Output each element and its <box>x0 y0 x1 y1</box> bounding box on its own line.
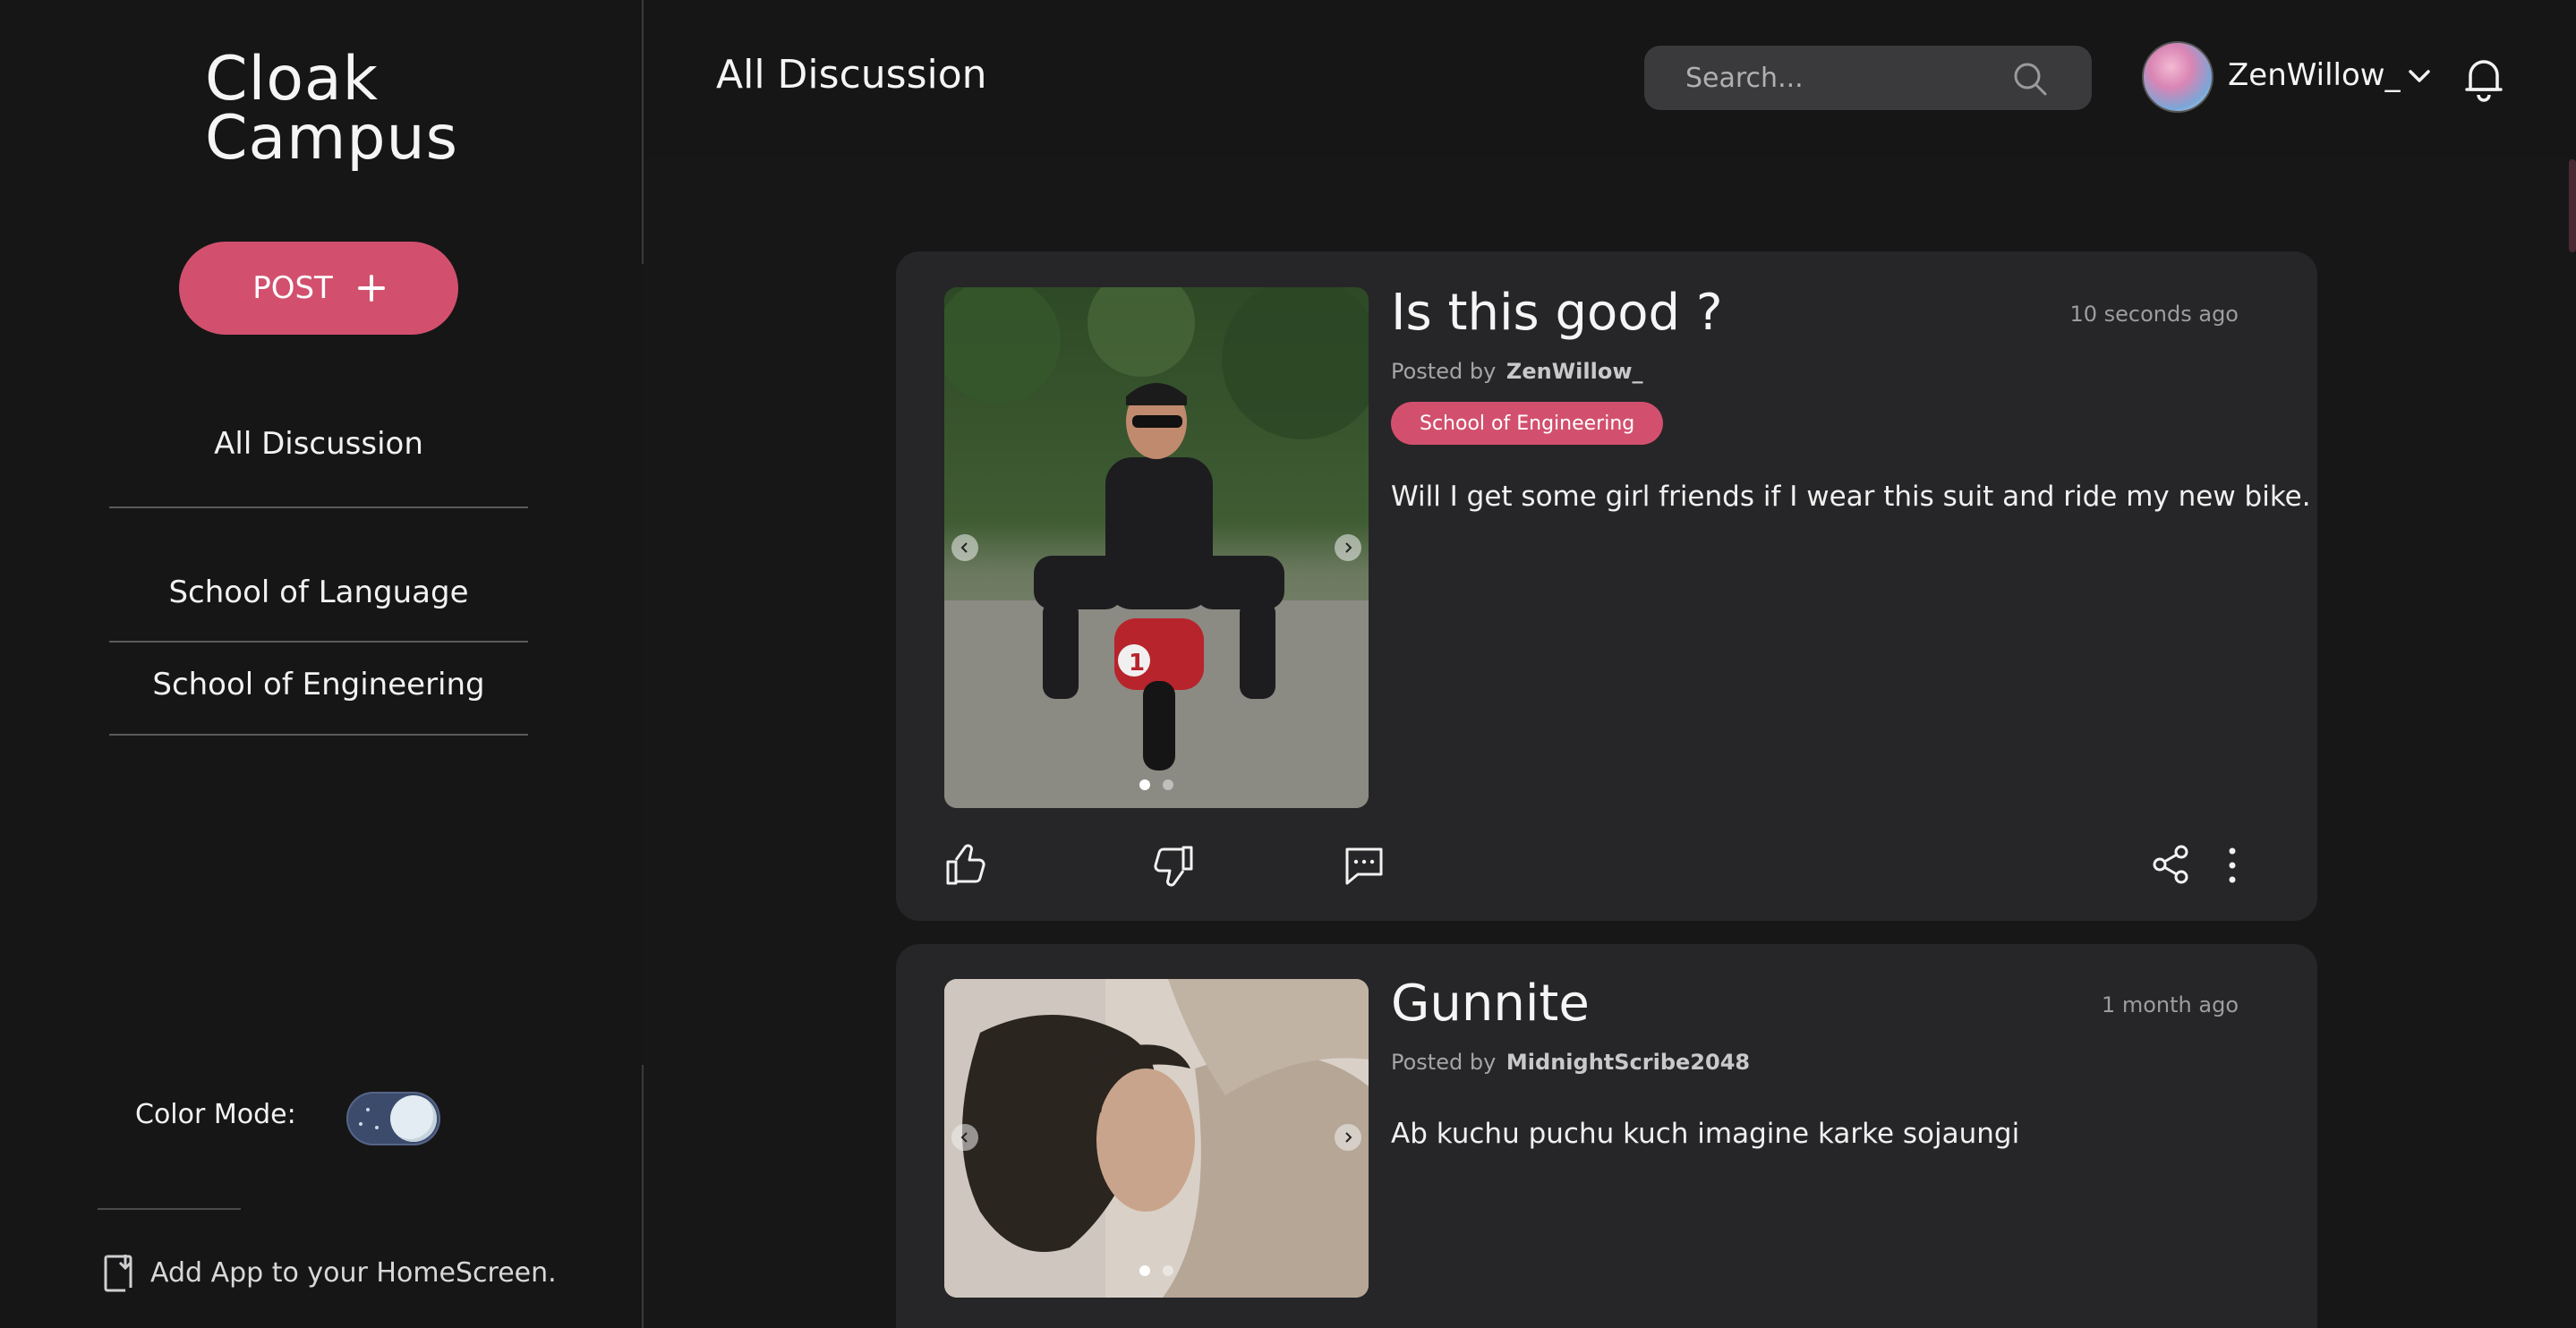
post-body: Will I get some girl friends if I wear t… <box>1391 481 2311 513</box>
search-icon[interactable] <box>2012 61 2048 97</box>
post-time: 10 seconds ago <box>2069 302 2239 327</box>
star-icon <box>359 1122 363 1126</box>
bell-icon[interactable] <box>2463 55 2504 102</box>
chevron-left-icon <box>960 542 968 553</box>
svg-text:1: 1 <box>1129 650 1145 677</box>
post-author[interactable]: MidnightScribe2048 <box>1506 1050 1750 1075</box>
color-mode-toggle[interactable] <box>346 1092 440 1145</box>
add-app-link[interactable]: Add App to your HomeScreen. <box>104 1253 557 1292</box>
sidebar-divider <box>98 1208 241 1210</box>
post-image: 1 <box>944 287 1369 808</box>
dislike-icon[interactable] <box>1150 844 1195 889</box>
post-author-line: Posted by ZenWillow_ <box>1391 359 1643 384</box>
sidebar-item-school-of-language[interactable]: School of Language <box>109 575 528 610</box>
sidebar-border <box>642 1065 644 1328</box>
username[interactable]: ZenWillow_ <box>2228 57 2401 93</box>
carousel-prev-button[interactable] <box>951 1124 978 1151</box>
posted-by-prefix: Posted by <box>1391 1050 1497 1075</box>
post-tag[interactable]: School of Engineering <box>1391 402 1664 445</box>
chevron-left-icon <box>960 1132 968 1143</box>
add-to-homescreen-icon <box>104 1255 132 1292</box>
post-title[interactable]: Gunnite <box>1391 975 1590 1033</box>
carousel-dots <box>944 779 1369 790</box>
scrollbar[interactable] <box>2569 159 2576 252</box>
avatar[interactable] <box>2142 41 2213 113</box>
carousel-dots <box>944 1265 1369 1276</box>
chevron-right-icon <box>1345 1132 1352 1143</box>
page-title: All Discussion <box>716 52 987 98</box>
post-image <box>944 979 1369 1298</box>
app-logo[interactable]: Cloak Campus <box>205 44 459 174</box>
post-time: 1 month ago <box>2101 992 2239 1017</box>
comment-icon[interactable] <box>1343 846 1385 887</box>
carousel-dot-active[interactable] <box>1139 1265 1150 1276</box>
plus-icon <box>357 275 385 302</box>
post-title[interactable]: Is this good ? <box>1391 284 1723 342</box>
post-card[interactable]: 1 Is this good ? 10 seconds ago Posted b… <box>896 251 2317 921</box>
chevron-right-icon <box>1345 542 1352 553</box>
star-icon <box>366 1108 370 1111</box>
post-body: Ab kuchu puchu kuch imagine karke sojaun… <box>1391 1118 2020 1150</box>
carousel-dot[interactable] <box>1163 1265 1173 1276</box>
post-image-carousel[interactable]: 1 <box>944 287 1369 808</box>
carousel-dot-active[interactable] <box>1139 779 1150 790</box>
sidebar: Cloak Campus POST All Discussion School … <box>0 0 643 1328</box>
chevron-down-icon[interactable] <box>2408 68 2431 84</box>
share-icon[interactable] <box>2151 844 2190 885</box>
color-mode-label: Color Mode: <box>135 1099 296 1130</box>
sidebar-item-school-of-engineering[interactable]: School of Engineering <box>109 667 528 702</box>
moon-icon <box>390 1095 437 1142</box>
carousel-next-button[interactable] <box>1335 534 1361 561</box>
search-input[interactable] <box>1685 46 2026 110</box>
carousel-prev-button[interactable] <box>951 534 978 561</box>
posted-by-prefix: Posted by <box>1391 359 1497 384</box>
post-author[interactable]: ZenWillow_ <box>1506 359 1643 384</box>
more-options-icon[interactable] <box>2226 846 2239 885</box>
sidebar-divider <box>109 641 528 643</box>
carousel-dot[interactable] <box>1163 779 1173 790</box>
sidebar-item-all-discussion[interactable]: All Discussion <box>109 426 528 462</box>
carousel-next-button[interactable] <box>1335 1124 1361 1151</box>
add-app-label: Add App to your HomeScreen. <box>150 1256 557 1289</box>
like-icon[interactable] <box>944 842 989 887</box>
sidebar-divider <box>109 734 528 736</box>
post-card[interactable]: Gunnite 1 month ago Posted by MidnightSc… <box>896 944 2317 1328</box>
logo-line-2: Campus <box>205 103 459 174</box>
post-image-carousel[interactable] <box>944 979 1369 1298</box>
post-button-label: POST <box>252 270 333 306</box>
sidebar-divider <box>109 507 528 508</box>
star-icon <box>375 1126 379 1129</box>
post-button[interactable]: POST <box>179 242 458 335</box>
post-author-line: Posted by MidnightScribe2048 <box>1391 1050 1750 1075</box>
logo-line-1: Cloak <box>205 44 380 115</box>
